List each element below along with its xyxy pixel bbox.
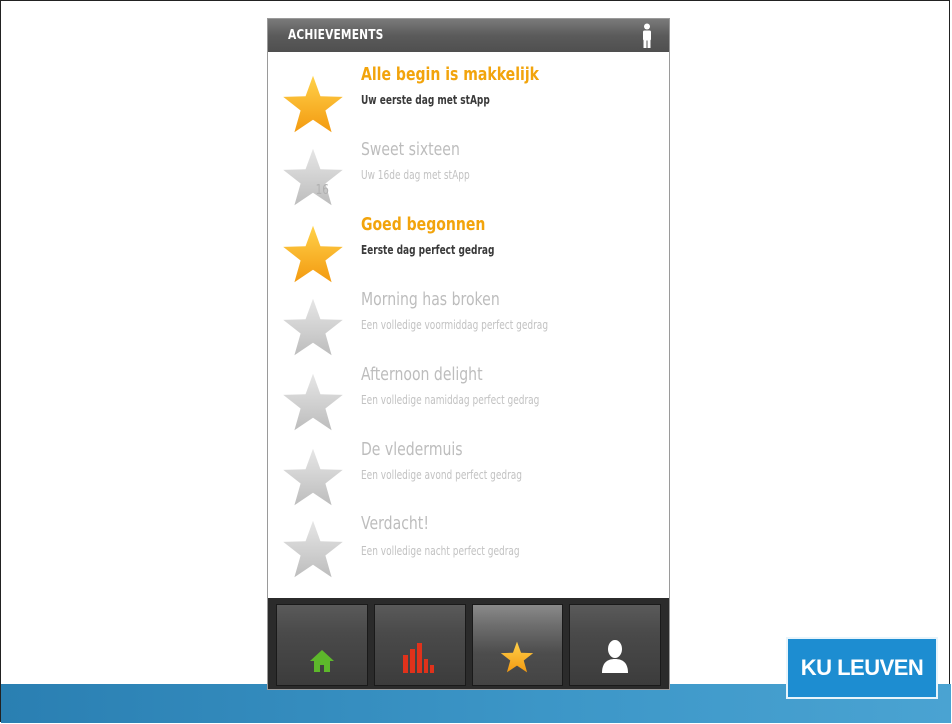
phone-screen: ACHIEVEMENTS Alle begin is makkelijk Uw e… [267, 18, 670, 690]
achievement-item[interactable]: Verdacht! Een volledige nacht perfect ged… [268, 502, 669, 578]
achievement-star-icon [283, 298, 343, 356]
logo-text: KU LEUVEN [800, 655, 924, 680]
achievement-star-icon [283, 75, 343, 133]
ku-leuven-logo: KU LEUVEN [786, 637, 938, 699]
achievement-count-badge: 16 [315, 183, 329, 198]
achievement-title: Goed begonnen [361, 214, 486, 235]
achievement-title: Alle begin is makkelijk [361, 64, 539, 85]
achievement-title: Verdacht! [361, 513, 429, 534]
achievement-description: Een volledige nacht perfect gedrag [361, 543, 520, 558]
achievement-title: De vledermuis [361, 439, 463, 460]
achievement-item[interactable]: De vledermuis Een volledige avond perfect… [268, 427, 669, 506]
achievement-title: Morning has broken [361, 289, 500, 310]
achievement-title: Sweet sixteen [361, 139, 460, 160]
achievement-item[interactable]: Afternoon delight Een volledige namiddag … [268, 352, 669, 431]
tab-home[interactable] [276, 604, 368, 686]
page-title: ACHIEVEMENTS [288, 28, 384, 43]
tab-profile[interactable] [569, 604, 661, 686]
tab-stats[interactable] [373, 604, 466, 686]
achievement-description: Een volledige voormiddag perfect gedrag [361, 317, 549, 332]
home-icon [309, 650, 334, 672]
achievement-description: Eerste dag perfect gedrag [361, 242, 495, 257]
achievement-item[interactable]: Goed begonnen Eerste dag perfect gedrag [268, 202, 669, 283]
achievement-star-icon [283, 225, 343, 283]
person-icon[interactable] [639, 23, 655, 49]
star-icon [501, 641, 534, 673]
achievement-description: Een volledige avond perfect gedrag [361, 467, 522, 482]
tab-bar [268, 598, 669, 689]
user-icon [602, 640, 629, 673]
achievement-item[interactable]: 16 Sweet sixteen Uw 16de dag met stApp [268, 127, 669, 206]
achievement-description: Een volledige namiddag perfect gedrag [361, 392, 540, 407]
achievement-description: Uw eerste dag met stApp [361, 92, 490, 107]
tab-achievements[interactable] [471, 604, 564, 686]
achievement-star-icon [283, 148, 343, 206]
achievement-item[interactable]: Morning has broken Een volledige voormidd… [268, 277, 669, 356]
achievement-star-icon [283, 448, 343, 506]
achievement-star-icon [283, 520, 343, 578]
achievement-item[interactable]: Alle begin is makkelijk Uw eerste dag met… [268, 52, 669, 133]
achievement-list[interactable]: Alle begin is makkelijk Uw eerste dag met… [268, 52, 669, 598]
achievement-star-icon [283, 373, 343, 431]
app-header: ACHIEVEMENTS [268, 19, 669, 52]
achievement-title: Afternoon delight [361, 364, 483, 385]
bar-chart-icon [402, 643, 434, 673]
achievement-description: Uw 16de dag met stApp [361, 167, 470, 182]
